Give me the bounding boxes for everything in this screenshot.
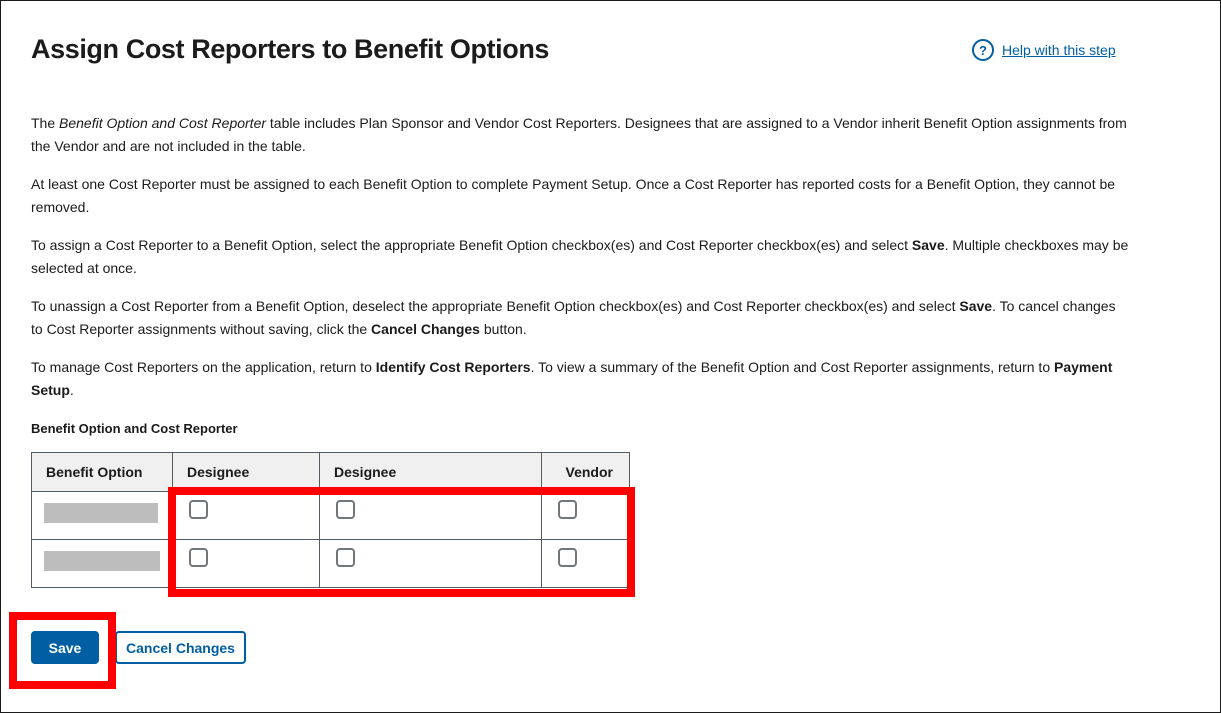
benefit-option-table: Benefit Option Designee Designee Vendor [31,452,630,588]
column-header-vendor: Vendor [541,452,630,492]
text: To assign a Cost Reporter to a Benefit O… [31,237,912,253]
table-row [31,491,630,540]
text: . To view a summary of the Benefit Optio… [530,359,1054,375]
text: button. [479,321,527,337]
question-circle-icon: ? [972,39,994,61]
save-emphasis: Save [911,237,945,253]
benefit-option-cell [31,491,173,540]
designee-1-checkbox[interactable] [189,548,208,567]
cancel-changes-emphasis: Cancel Changes [371,321,480,337]
help-link[interactable]: ? Help with this step [972,39,1116,61]
save-emphasis: Save [959,298,993,314]
designee-1-cell [172,539,320,588]
table-name-italic: Benefit Option and Cost Reporter [59,115,267,131]
redacted-benefit-option [44,503,158,523]
table-header-row: Benefit Option Designee Designee Vendor [31,452,630,492]
table-caption: Benefit Option and Cost Reporter [31,421,238,436]
vendor-cell [541,491,630,540]
designee-2-cell [319,491,542,540]
table-row [31,539,630,588]
instruction-paragraph-1: The Benefit Option and Cost Reporter tab… [31,112,1131,158]
help-link-label: Help with this step [1002,42,1116,58]
column-header-designee-1: Designee [172,452,320,492]
instruction-paragraph-2: At least one Cost Reporter must be assig… [31,176,1116,215]
benefit-option-cell [31,539,173,588]
save-button[interactable]: Save [31,631,99,664]
designee-2-checkbox[interactable] [336,548,355,567]
vendor-checkbox[interactable] [558,548,577,567]
instruction-paragraph-4: To unassign a Cost Reporter from a Benef… [31,295,1131,341]
page-title: Assign Cost Reporters to Benefit Options [31,34,550,64]
designee-2-checkbox[interactable] [336,500,355,519]
designee-2-cell [319,539,542,588]
text: . [69,382,74,398]
redacted-benefit-option [44,551,160,571]
column-header-designee-2: Designee [319,452,542,492]
instruction-paragraph-3: To assign a Cost Reporter to a Benefit O… [31,234,1131,280]
identify-cost-reporters-emphasis: Identify Cost Reporters [375,359,531,375]
designee-1-checkbox[interactable] [189,500,208,519]
instruction-paragraph-5: To manage Cost Reporters on the applicat… [31,356,1131,402]
vendor-cell [541,539,630,588]
designee-1-cell [172,491,320,540]
cancel-changes-button[interactable]: Cancel Changes [115,631,246,664]
text: The [31,115,60,131]
text: To unassign a Cost Reporter from a Benef… [31,298,960,314]
vendor-checkbox[interactable] [558,500,577,519]
instructions: The Benefit Option and Cost Reporter tab… [31,112,1131,417]
text: To manage Cost Reporters on the applicat… [31,359,376,375]
column-header-benefit-option: Benefit Option [31,452,173,492]
